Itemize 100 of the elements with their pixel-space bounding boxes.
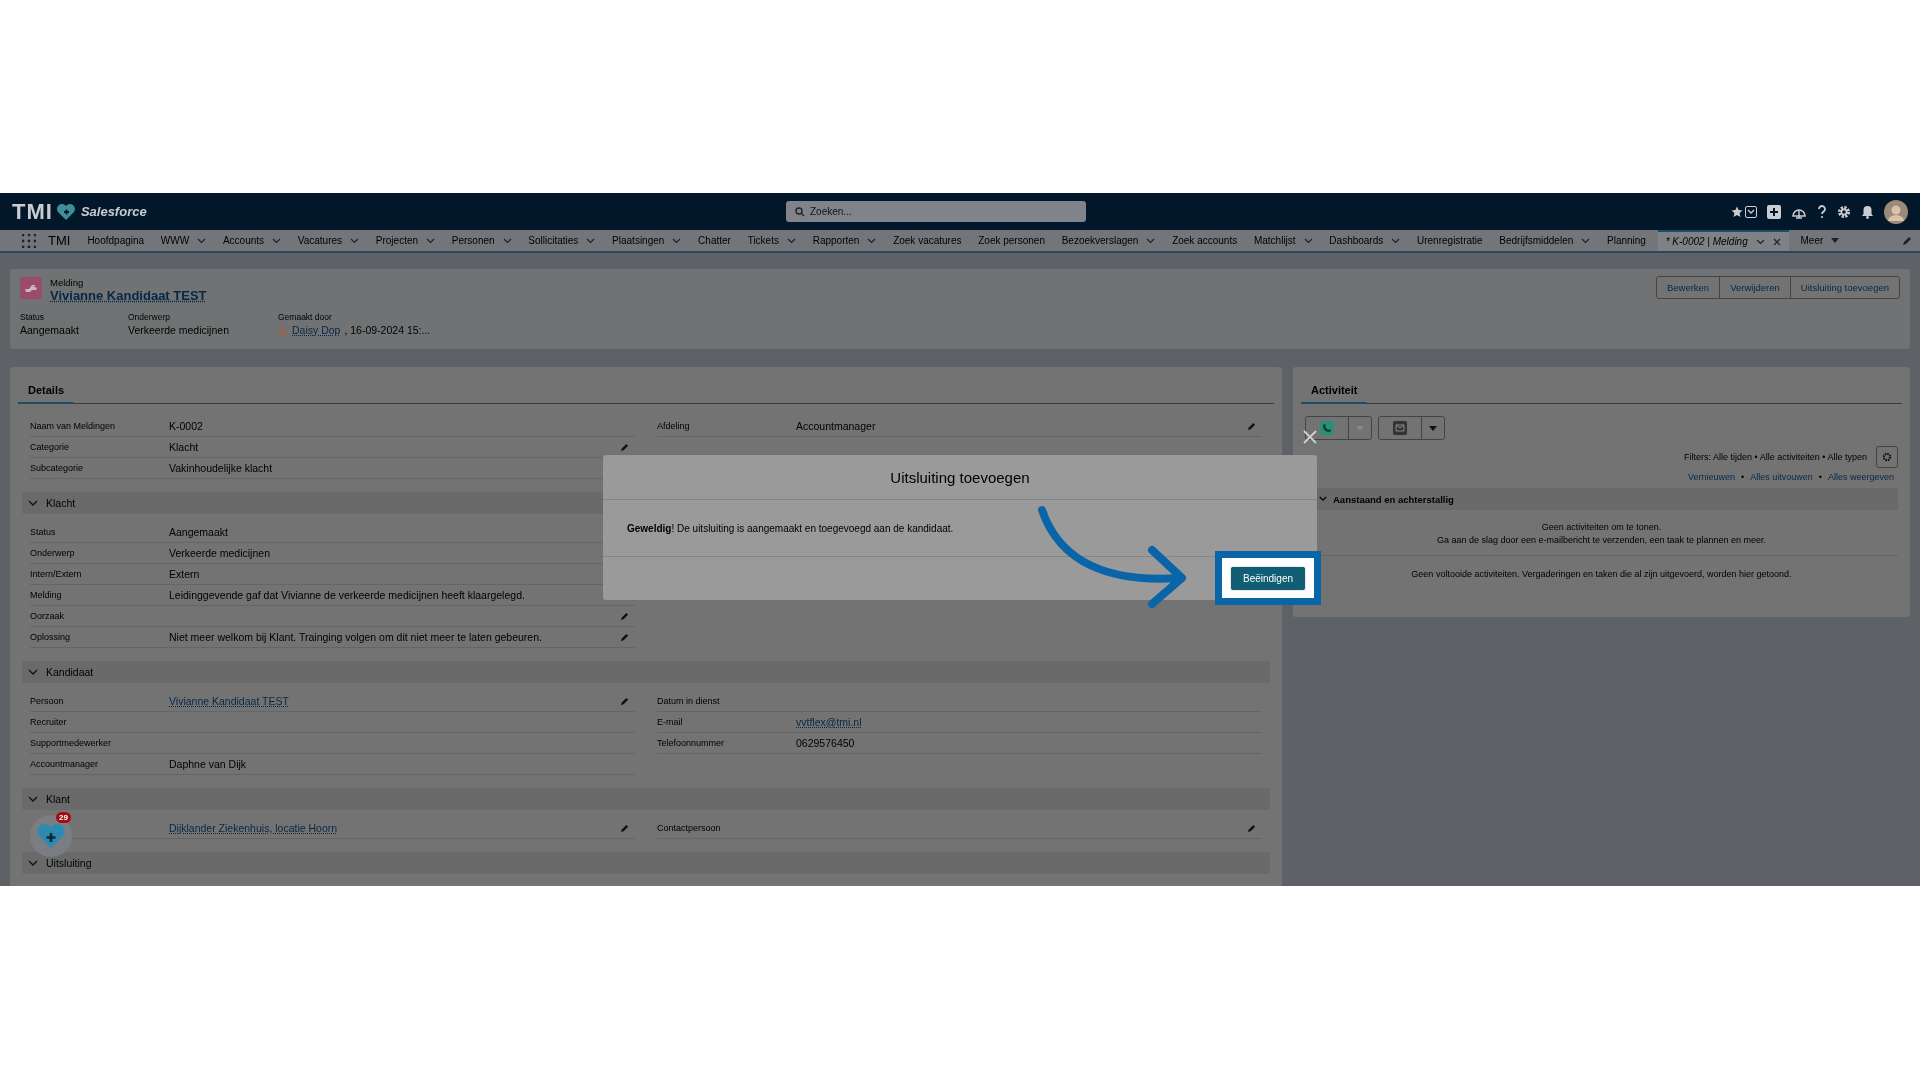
field-value: 0629576450 (796, 737, 856, 749)
nav-tab[interactable]: WWW (155, 230, 212, 251)
nav-tab[interactable]: Dashboards (1324, 230, 1406, 251)
email-button[interactable] (1378, 416, 1445, 440)
settings-icon[interactable] (1837, 204, 1851, 219)
user-link[interactable]: Daisy Dop (292, 324, 341, 336)
nav-tab[interactable]: Zoek accounts (1167, 230, 1243, 251)
section-header[interactable]: Klant (22, 788, 1270, 810)
edit-icon[interactable] (620, 696, 629, 706)
activity-link[interactable]: Alles uitvouwen (1750, 472, 1813, 482)
app-launcher-icon[interactable] (22, 233, 36, 248)
nav-tab[interactable]: Bezoekverslagen (1056, 230, 1161, 251)
field-label: Oplossing (30, 632, 72, 642)
log-call-button[interactable] (1305, 416, 1372, 440)
field-label: Subcategorie (30, 463, 85, 473)
edit-icon[interactable] (620, 611, 629, 621)
nav-tab[interactable]: Accounts (217, 230, 287, 251)
user-avatar (278, 324, 288, 336)
avatar[interactable] (1884, 199, 1908, 224)
chevron-down-icon (1747, 208, 1755, 215)
nav-tab[interactable]: Tickets (742, 230, 801, 251)
nav-tab[interactable]: Zoek personen (973, 230, 1050, 251)
chevron-down-icon[interactable] (1755, 238, 1765, 245)
chevron-down-icon[interactable] (1581, 237, 1591, 244)
email-icon (1393, 421, 1407, 435)
nav-tab[interactable]: Hoofdpagina (82, 230, 150, 251)
notifications-icon[interactable] (1861, 204, 1874, 219)
field-link[interactable]: vvtflex@tmi.nl (796, 716, 862, 728)
nav-tab[interactable]: Projecten (370, 230, 441, 251)
edit-icon[interactable] (620, 632, 629, 642)
field-label: Oorzaak (30, 611, 65, 621)
more-tab[interactable]: Meer (1795, 230, 1845, 251)
nav-tab[interactable]: Zoek vacatures (888, 230, 967, 251)
field-label: Contactpersoon (657, 823, 722, 833)
chevron-down-icon (28, 795, 38, 803)
nav-tab[interactable]: Vacatures (292, 230, 365, 251)
phone-icon (1320, 421, 1334, 435)
chevron-down-icon[interactable] (197, 237, 207, 244)
chevron-down-icon[interactable] (1391, 237, 1401, 244)
chevron-down-icon[interactable] (502, 237, 512, 244)
activity-link[interactable]: Alles weergeven (1827, 472, 1894, 482)
search-icon (795, 207, 805, 217)
close-icon[interactable] (1772, 237, 1781, 246)
action-button[interactable]: Bewerken (1655, 276, 1721, 299)
field-label: Gemaakt door (278, 312, 333, 322)
action-button[interactable]: Uitsluiting toevoegen (1789, 276, 1900, 299)
field-label: Recruiter (30, 717, 68, 727)
field-label: Categorie (30, 442, 71, 452)
field-value: Verkeerde medicijnen (128, 324, 230, 336)
activity-tab[interactable]: Activiteit (1301, 384, 1368, 404)
field-label: Melding (30, 590, 63, 600)
add-icon[interactable] (1767, 204, 1781, 219)
field-value: K-0002 (169, 420, 204, 432)
help-icon[interactable] (1817, 204, 1827, 219)
field-link[interactable]: Vivianne Kandidaat TEST (169, 695, 289, 707)
search-field[interactable]: Zoeken... (786, 201, 1086, 222)
nav-tab[interactable]: Planning (1602, 230, 1651, 251)
chevron-down-icon[interactable] (1303, 237, 1313, 244)
filter-settings-button[interactable] (1876, 446, 1898, 468)
nav-tab[interactable]: Sollicitaties (523, 230, 601, 251)
edit-icon[interactable] (1902, 235, 1912, 246)
field-link[interactable]: Dijklander Ziekenhuis, locatie Hoorn (169, 822, 338, 834)
edit-icon[interactable] (620, 442, 629, 452)
field-label: Onderwerp (30, 548, 76, 558)
chevron-down-icon[interactable] (1146, 237, 1156, 244)
nav-tab[interactable]: Personen (446, 230, 517, 251)
nav-tab[interactable]: Chatter (693, 230, 736, 251)
separator-dot: • (1741, 472, 1745, 482)
nav-tab[interactable]: Rapporten (807, 230, 882, 251)
field-label: Afdeling (657, 421, 691, 431)
tmi-logo: TMI (12, 198, 53, 225)
edit-icon[interactable] (1247, 421, 1256, 431)
finish-button[interactable]: Beëindigen (1229, 565, 1306, 591)
chevron-down-icon[interactable] (786, 237, 796, 244)
chevron-down-icon[interactable] (272, 237, 282, 244)
edit-icon[interactable] (620, 823, 629, 833)
section-header[interactable]: Uitsluiting (22, 852, 1270, 874)
nav-tab[interactable]: Matchlijst (1248, 230, 1318, 251)
nav-tab[interactable]: * K-0002 | Melding (1657, 230, 1789, 251)
created-date: , 16-09-2024 15:... (344, 324, 431, 336)
nav-tab[interactable]: Bedrijfsmiddelen (1494, 230, 1596, 251)
edit-icon[interactable] (1247, 823, 1256, 833)
heart-plus-icon (36, 822, 66, 850)
completed-message: Geen voltooide activiteiten. Vergaderingen en taken die al zijn uitgevoerd, worden hier getoond. (1411, 569, 1792, 579)
chevron-down-icon[interactable] (586, 237, 596, 244)
nav-tab[interactable]: Plaatsingen (607, 230, 687, 251)
chevron-down-icon[interactable] (672, 237, 682, 244)
record-title[interactable]: Vivianne Kandidaat TEST (50, 288, 207, 303)
empty-message: Ga aan de slag door een e-mailbericht te verzenden, een taak te plannen en meer. (1436, 535, 1767, 545)
chevron-down-icon[interactable] (867, 237, 877, 244)
details-tab[interactable]: Details (18, 384, 75, 404)
field-label: Status (20, 312, 46, 322)
chevron-down-icon[interactable] (350, 237, 360, 244)
favorites-button[interactable] (1731, 205, 1757, 218)
activity-link[interactable]: Vernieuwen (1688, 472, 1736, 482)
action-button[interactable]: Verwijderen (1719, 276, 1791, 299)
nav-tab[interactable]: Urenregistratie (1412, 230, 1488, 251)
section-header[interactable]: Kandidaat (22, 661, 1270, 683)
filters-text: Filters: Alle tijden • Alle activiteiten • Alle typen (1684, 452, 1867, 462)
chevron-down-icon[interactable] (426, 237, 436, 244)
